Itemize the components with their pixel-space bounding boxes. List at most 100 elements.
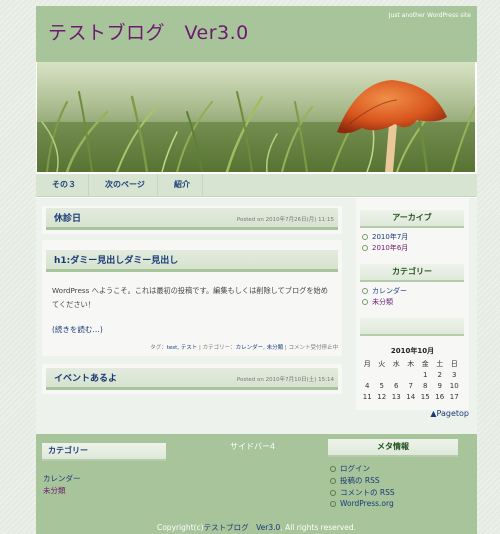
site-title[interactable]: テストブログ Ver3.0	[48, 18, 249, 45]
day-cell: 7	[408, 381, 413, 390]
footer-meta-title: メタ情報	[328, 439, 458, 457]
archive-link-label: 2010年6月	[372, 244, 409, 252]
post-2: h1:ダミー見出しダミー見出し WordPress へようこそ。これは最初の投稿…	[42, 240, 342, 356]
day-cell	[375, 369, 390, 380]
day-cell: 13	[391, 392, 401, 401]
calendar-week-row: 11 12 13 14 15 16 17	[360, 391, 462, 402]
calendar-week-row: 1 2 3	[360, 369, 462, 380]
calendar-caption: 2010年10月	[390, 347, 435, 355]
copyright-site-link[interactable]: テストブログ Ver3.0	[204, 523, 281, 532]
day-cell: 16	[435, 392, 445, 401]
post-3: イベントあるよ Posted on 2010年7月10日(土) 15:14	[42, 364, 342, 394]
day-cell: 14	[406, 392, 416, 401]
footer-sidebar4-title: サイドバー4	[230, 442, 276, 451]
archive-link-2010-06[interactable]: 2010年6月	[362, 243, 408, 253]
day-cell: 11	[362, 392, 372, 401]
day-cell: 3	[452, 370, 457, 379]
tag-prefix: タグ：	[150, 345, 167, 351]
nav-item-sono3[interactable]: その３	[40, 174, 89, 196]
day-cell	[389, 369, 404, 380]
category-link-calendar[interactable]: カレンダー	[362, 286, 407, 296]
bullet-icon	[330, 478, 336, 484]
calendar-widget-title	[360, 318, 464, 336]
sidebar: アーカイブ 2010年7月 2010年6月 カテゴリー カレンダー 未分類 20…	[356, 198, 469, 410]
bullet-icon	[362, 234, 368, 240]
footer-meta-link-login[interactable]: ログイン	[330, 463, 370, 474]
global-nav: その３ 次のページ 紹介	[36, 174, 477, 197]
site-footer: カテゴリー カレンダー 未分類 サイドバー4 メタ情報 ログイン 投稿の RSS…	[36, 434, 477, 534]
weekday-cell: 水	[392, 359, 400, 368]
archive-link-2010-07[interactable]: 2010年7月	[362, 232, 408, 242]
page-wrapper: テストブログ Ver3.0 Just another WordPress sit…	[36, 6, 477, 534]
post-title[interactable]: イベントあるよ	[54, 371, 117, 384]
bullet-icon	[330, 490, 336, 496]
tag-links[interactable]: test, テスト	[167, 345, 198, 351]
footer-meta-link-wordpress-org[interactable]: WordPress.org	[330, 499, 394, 508]
day-cell: 9	[437, 381, 442, 390]
day-cell: 1	[423, 370, 428, 379]
archive-link-label: 2010年7月	[372, 233, 409, 241]
day-cell: 5	[379, 381, 384, 390]
bullet-icon	[362, 245, 368, 251]
weekday-cell: 日	[450, 359, 458, 368]
category-link-label: カレンダー	[372, 287, 407, 295]
footer-category-link-calendar[interactable]: カレンダー	[43, 473, 81, 484]
post-title[interactable]: 休診日	[54, 211, 81, 224]
day-cell	[360, 369, 375, 380]
category-widget-title: カテゴリー	[360, 264, 464, 282]
day-cell: 12	[377, 392, 387, 401]
weekday-cell: 土	[436, 359, 444, 368]
comment-status: | コメント受付停止中	[283, 345, 338, 351]
calendar-table: 月 火 水 木 金 土 日 1 2 3 4 5 6 7 8 9 10 11 12…	[360, 358, 462, 402]
nav-item-introduction[interactable]: 紹介	[162, 174, 203, 196]
day-cell: 2	[437, 370, 442, 379]
calendar-weekday-row: 月 火 水 木 金 土 日	[360, 358, 462, 369]
weekday-cell: 月	[363, 359, 371, 368]
footer-category-title: カテゴリー	[42, 443, 166, 461]
weekday-cell: 木	[407, 359, 415, 368]
bullet-icon	[330, 501, 336, 507]
grass-mushroom-image	[37, 62, 475, 172]
read-more-link[interactable]: (続きを読む…)	[52, 324, 103, 335]
copyright: Copyright(c)テストブログ Ver3.0, All rights re…	[36, 522, 477, 533]
copyright-prefix: Copyright(c)	[156, 523, 204, 532]
meta-link-label: コメントの RSS	[340, 488, 395, 497]
post-1: 休診日 Posted on 2010年7月26日(月) 11:15	[42, 206, 342, 234]
pagetop-link[interactable]: ▲Pagetop	[430, 409, 469, 418]
post-title-bar: 休診日 Posted on 2010年7月26日(月) 11:15	[46, 208, 338, 230]
post-title[interactable]: h1:ダミー見出しダミー見出し	[54, 253, 178, 266]
post-date: Posted on 2010年7月26日(月) 11:15	[236, 217, 334, 223]
day-cell: 15	[420, 392, 430, 401]
day-cell: 10	[449, 381, 459, 390]
weekday-cell: 金	[421, 359, 429, 368]
post-date: Posted on 2010年7月10日(土) 15:14	[236, 377, 334, 383]
day-cell: 4	[365, 381, 370, 390]
post-body: WordPress へようこそ。これは最初の投稿です。編集もしくは削除してブログ…	[52, 286, 328, 309]
meta-link-label: 投稿の RSS	[340, 476, 380, 485]
post-title-bar: h1:ダミー見出しダミー見出し	[46, 250, 338, 272]
footer-category-link-uncategorized[interactable]: 未分類	[43, 485, 66, 496]
day-cell: 6	[394, 381, 399, 390]
category-links[interactable]: カレンダー, 未分類	[236, 345, 284, 351]
day-cell	[404, 369, 419, 380]
nav-item-next-page[interactable]: 次のページ	[93, 174, 158, 196]
archive-widget-title: アーカイブ	[360, 210, 464, 228]
category-link-label: 未分類	[372, 298, 393, 306]
bullet-icon	[330, 466, 336, 472]
copyright-suffix: , All rights reserved.	[280, 523, 356, 532]
meta-link-label: WordPress.org	[340, 499, 394, 508]
site-header: テストブログ Ver3.0 Just another WordPress sit…	[36, 6, 477, 62]
bullet-icon	[362, 299, 368, 305]
meta-link-label: ログイン	[340, 464, 370, 473]
calendar-week-row: 4 5 6 7 8 9 10	[360, 380, 462, 391]
weekday-cell: 火	[378, 359, 386, 368]
footer-meta-link-posts-rss[interactable]: 投稿の RSS	[330, 475, 380, 486]
post-title-bar: イベントあるよ Posted on 2010年7月10日(土) 15:14	[46, 368, 338, 390]
site-tagline: Just another WordPress site	[388, 12, 471, 19]
day-cell: 17	[449, 392, 459, 401]
category-prefix: | カテゴリー：	[197, 345, 236, 351]
bullet-icon	[362, 288, 368, 294]
header-banner-image	[37, 62, 475, 172]
category-link-uncategorized[interactable]: 未分類	[362, 297, 393, 307]
footer-meta-link-comments-rss[interactable]: コメントの RSS	[330, 487, 395, 498]
